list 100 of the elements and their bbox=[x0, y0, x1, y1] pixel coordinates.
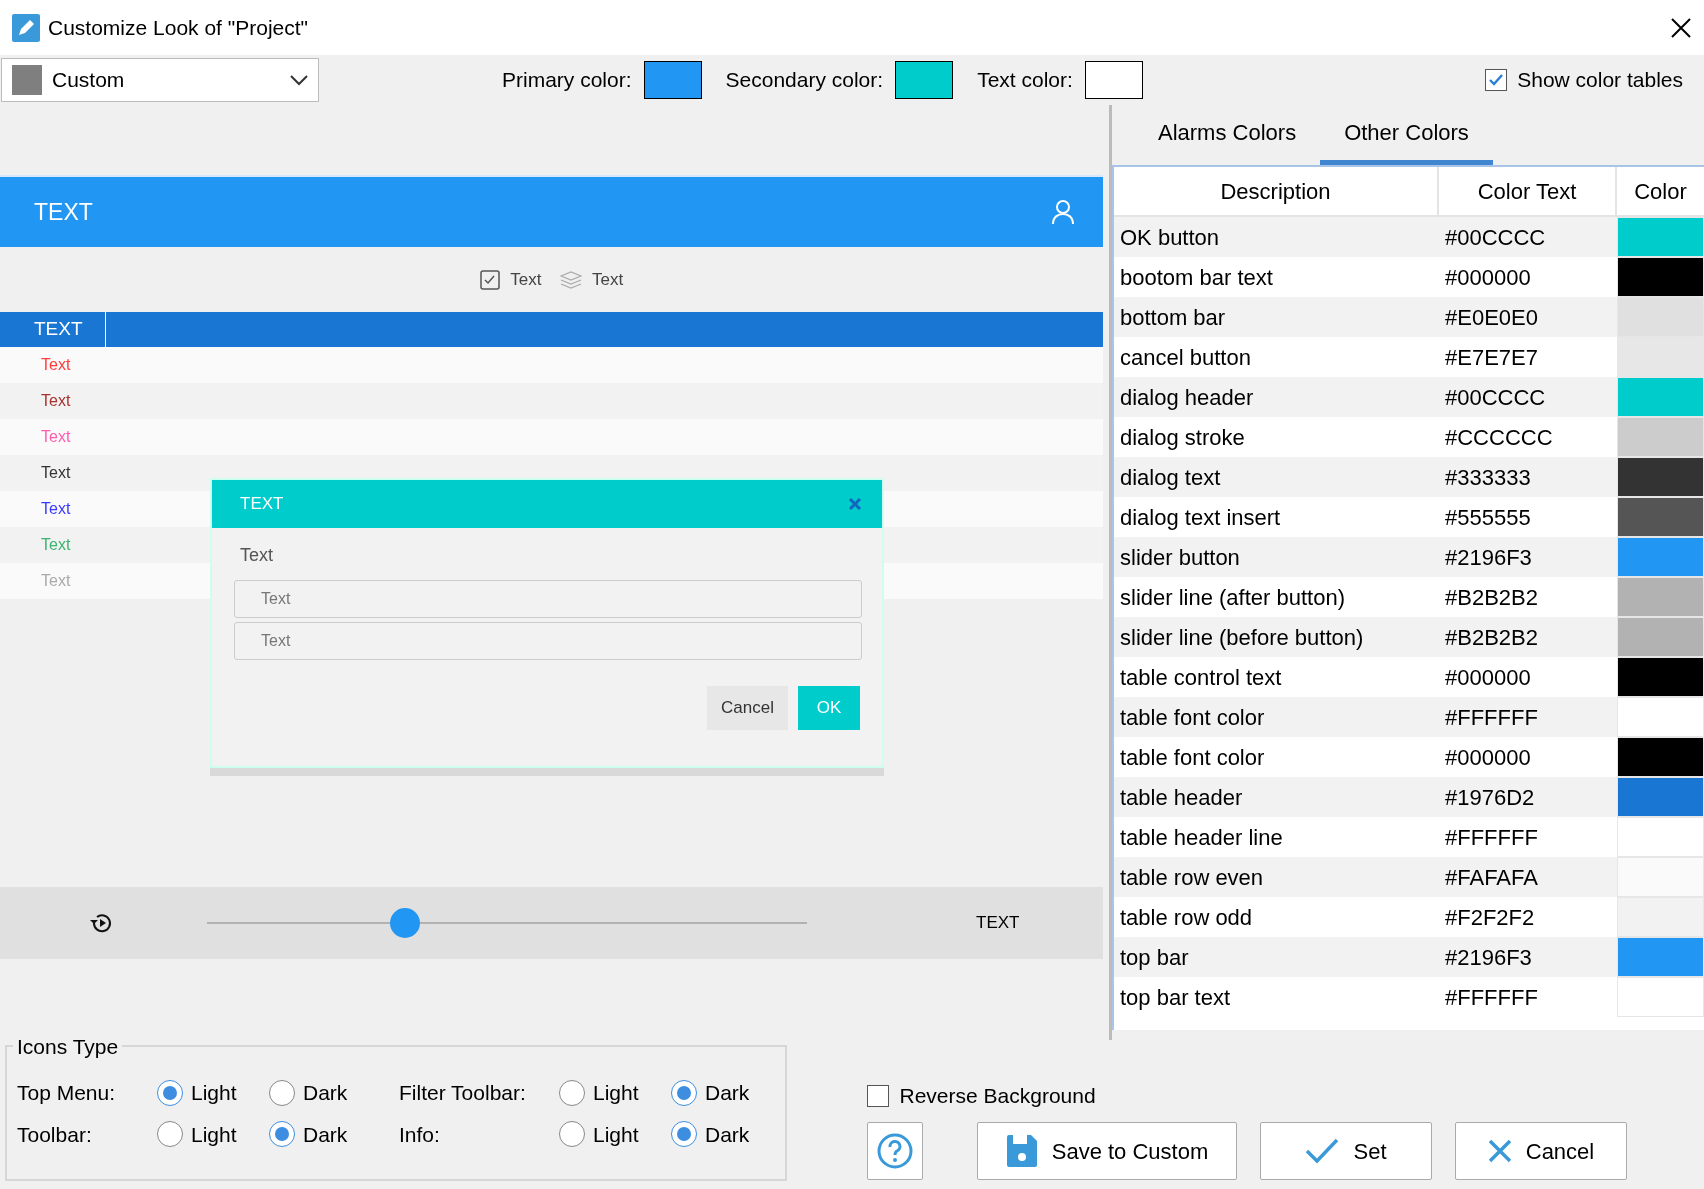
table-cell-text: #555555 bbox=[1444, 503, 1532, 532]
checkbox[interactable] bbox=[867, 1084, 889, 1107]
cancel-button[interactable]: Cancel bbox=[1455, 1122, 1627, 1180]
table-cell-text: dialog stroke bbox=[1119, 423, 1246, 452]
table-cell-text: #333333 bbox=[1444, 463, 1532, 492]
radio-group-label: Filter Toolbar: bbox=[399, 1080, 527, 1106]
table-cell-text: table font color bbox=[1119, 743, 1266, 772]
help-button[interactable] bbox=[867, 1122, 923, 1180]
scheme-dropdown[interactable]: Custom bbox=[1, 58, 319, 102]
table-cell-text: #FAFAFA bbox=[1444, 863, 1539, 892]
radio-button[interactable] bbox=[559, 1121, 585, 1148]
radio-button[interactable] bbox=[269, 1121, 295, 1148]
chevron-icon bbox=[290, 74, 308, 86]
table-cell-text: #000000 bbox=[1444, 743, 1532, 772]
color-swatch[interactable] bbox=[1084, 61, 1143, 99]
table-cell-text: slider button bbox=[1119, 543, 1241, 572]
cancel-button[interactable]: Cancel bbox=[707, 686, 788, 730]
table-cell-text: table row odd bbox=[1119, 903, 1254, 932]
table-cell-text: Text bbox=[41, 571, 71, 591]
table-cell-text: dialog text bbox=[1119, 463, 1222, 492]
color-swatch[interactable] bbox=[643, 61, 702, 99]
input-field[interactable]: Text bbox=[234, 580, 862, 618]
pencil-icon bbox=[12, 13, 40, 42]
column-header: Color Text bbox=[1439, 167, 1617, 215]
table-cell-text: #000000 bbox=[1444, 663, 1532, 692]
table-cell-text: Text bbox=[41, 535, 71, 555]
table-cell-text: #2196F3 bbox=[1444, 543, 1533, 572]
radio-button[interactable] bbox=[671, 1121, 697, 1148]
table-cell-text: Text bbox=[41, 355, 71, 375]
table-cell-text: #E7E7E7 bbox=[1444, 343, 1539, 372]
table-cell-text: #FFFFFF bbox=[1444, 703, 1539, 732]
layers-icon bbox=[559, 270, 582, 289]
radio-group-label: Toolbar: bbox=[17, 1121, 93, 1148]
table-cell-text: #2196F3 bbox=[1444, 943, 1533, 972]
set-button[interactable]: Set bbox=[1260, 1122, 1432, 1180]
radio-button[interactable] bbox=[559, 1079, 585, 1106]
table-cell-text: top bar text bbox=[1119, 983, 1232, 1012]
radio-label[interactable]: Light bbox=[593, 1077, 639, 1109]
table-cell-text: #FFFFFF bbox=[1444, 823, 1539, 852]
slider-thumb[interactable] bbox=[390, 908, 420, 938]
table-cell-text: table header bbox=[1119, 783, 1244, 812]
radio-button[interactable] bbox=[269, 1079, 295, 1106]
radio-label[interactable]: Dark bbox=[705, 1077, 750, 1109]
table-cell-text: cancel button bbox=[1119, 343, 1252, 372]
checkbox[interactable] bbox=[1484, 69, 1507, 91]
tab[interactable]: Alarms Colors bbox=[1134, 105, 1321, 165]
table-cell-text: table row even bbox=[1119, 863, 1265, 892]
table-cell-text: top bar bbox=[1119, 943, 1190, 972]
radio-label[interactable]: Dark bbox=[303, 1077, 348, 1109]
table-cell-text: table header line bbox=[1119, 823, 1284, 852]
radio-button[interactable] bbox=[157, 1121, 183, 1148]
table-cell-text: #000000 bbox=[1444, 263, 1532, 292]
table-cell-text: Text bbox=[41, 391, 71, 411]
table-cell-text: table control text bbox=[1119, 663, 1283, 692]
table-cell-text: #B2B2B2 bbox=[1444, 623, 1539, 652]
user-icon bbox=[1051, 199, 1075, 225]
radio-label[interactable]: Dark bbox=[705, 1118, 750, 1150]
table-cell-text: #FFFFFF bbox=[1444, 983, 1539, 1012]
checkbox-icon bbox=[479, 269, 500, 290]
top-bar-title: TEXT bbox=[34, 197, 93, 227]
check-icon bbox=[1305, 1138, 1340, 1164]
close-icon[interactable] bbox=[1670, 16, 1692, 39]
table-cell-text: #E0E0E0 bbox=[1444, 303, 1539, 332]
checkbox-label: Show color tables bbox=[1517, 67, 1683, 94]
table-cell-text: dialog header bbox=[1119, 383, 1255, 412]
toolbar-text[interactable]: Text bbox=[510, 266, 542, 293]
table-cell-text: #F2F2F2 bbox=[1444, 903, 1536, 932]
swatch-icon bbox=[12, 65, 42, 95]
table-cell-text: #1976D2 bbox=[1444, 783, 1536, 812]
radio-button[interactable] bbox=[671, 1079, 697, 1106]
bottom-bar-text: TEXT bbox=[976, 912, 1020, 935]
table-cell-text: #00CCCC bbox=[1444, 223, 1547, 252]
color-swatch[interactable] bbox=[895, 61, 954, 99]
color-label: Text color: bbox=[977, 67, 1073, 94]
table-cell-text: #00CCCC bbox=[1444, 383, 1547, 412]
table-cell-text: Text bbox=[41, 463, 71, 483]
radio-label[interactable]: Light bbox=[593, 1118, 639, 1150]
save-button[interactable]: Save to Custom bbox=[977, 1122, 1237, 1180]
color-label: Secondary color: bbox=[725, 67, 884, 94]
toolbar-text[interactable]: Text bbox=[592, 266, 624, 293]
table-cell-text: #CCCCCC bbox=[1444, 423, 1554, 452]
radio-label[interactable]: Light bbox=[191, 1077, 237, 1109]
table-cell-text: Text bbox=[41, 499, 71, 519]
table-cell-text: Text bbox=[41, 427, 71, 447]
window-title: Customize Look of "Project" bbox=[48, 14, 309, 41]
dialog-title: TEXT bbox=[240, 493, 284, 516]
table-cell-text: bootom bar text bbox=[1119, 263, 1274, 292]
checkmark-icon bbox=[1487, 73, 1504, 87]
radio-label[interactable]: Dark bbox=[303, 1118, 348, 1150]
table-cell-text: OK button bbox=[1119, 223, 1221, 252]
radio-label[interactable]: Light bbox=[191, 1118, 237, 1150]
radio-button[interactable] bbox=[157, 1079, 183, 1106]
table-cell-text: bottom bar bbox=[1119, 303, 1227, 332]
color-label: Primary color: bbox=[502, 67, 632, 94]
table-cell-text: table font color bbox=[1119, 703, 1266, 732]
input-field[interactable]: Text bbox=[234, 622, 862, 660]
checkbox-label: Reverse Background bbox=[899, 1083, 1096, 1109]
table-cell-text: dialog text insert bbox=[1119, 503, 1282, 532]
table-cell-text: #B2B2B2 bbox=[1444, 583, 1539, 612]
table-cell-text: slider line (after button) bbox=[1119, 583, 1346, 612]
